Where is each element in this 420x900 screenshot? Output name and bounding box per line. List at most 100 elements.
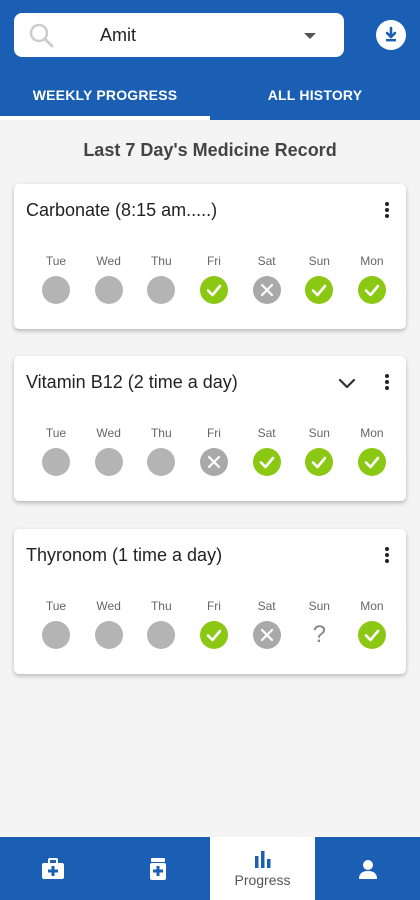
- day-status: Sat: [245, 426, 289, 476]
- selected-user: Amit: [100, 25, 136, 45]
- chevron-down-icon[interactable]: [336, 372, 358, 394]
- check-icon: [364, 629, 380, 642]
- day-status: Tue: [34, 254, 78, 304]
- day-status: Wed: [87, 254, 131, 304]
- nav-progress-label: Progress: [234, 871, 291, 888]
- app-header: Amit WEEKLY PROGRESS ALL HISTORY: [0, 0, 420, 120]
- status-none-indicator: [94, 621, 123, 649]
- day-label: Wed: [96, 599, 121, 613]
- day-label: Sun: [308, 254, 330, 268]
- day-status: Mon: [350, 599, 394, 649]
- user-select[interactable]: Amit: [14, 13, 344, 57]
- download-button[interactable]: [376, 20, 406, 50]
- day-status: Fri: [192, 426, 236, 476]
- status-taken-indicator: [252, 448, 281, 476]
- day-status: Wed: [87, 599, 131, 649]
- status-taken-indicator: [199, 276, 228, 304]
- status-none-indicator: [42, 448, 70, 476]
- day-label: Mon: [360, 426, 384, 440]
- chevron-down-icon[interactable]: [304, 33, 316, 39]
- person-icon: [358, 859, 377, 879]
- status-none-indicator: [94, 276, 123, 304]
- day-status: Mon: [350, 426, 394, 476]
- status-taken-indicator: [357, 621, 386, 649]
- day-label: Thu: [150, 426, 172, 440]
- medicine-card[interactable]: Vitamin B12 (2 time a day) Tue Wed Thu Fri Sa…: [14, 356, 406, 501]
- nav-medical-kit[interactable]: [0, 837, 105, 900]
- day-label: Sun: [308, 599, 330, 613]
- medicine-title: Vitamin B12 (2 time a day): [26, 372, 238, 392]
- day-label: Sat: [257, 599, 276, 613]
- day-status: Sat: [245, 254, 289, 304]
- medicine-card[interactable]: Carbonate (8:15 am.....) Tue Wed Thu Fri Sat S…: [14, 184, 406, 329]
- day-status: Fri: [192, 254, 236, 304]
- medicine-bottle-icon: [149, 857, 166, 880]
- medicine-title: Carbonate (8:15 am.....): [26, 200, 218, 220]
- day-status: Sat: [245, 599, 289, 649]
- status-taken-indicator: [357, 276, 386, 304]
- day-status: Tue: [34, 599, 78, 649]
- day-label: Mon: [360, 254, 384, 268]
- day-row: Tue Wed Thu Fri Sat Sun Mon: [34, 426, 394, 476]
- check-icon: [364, 456, 380, 469]
- day-label: Fri: [206, 599, 221, 613]
- day-label: Sat: [257, 426, 276, 440]
- day-label: Tue: [45, 254, 67, 268]
- unknown-status-text: ?: [312, 621, 326, 648]
- medical-kit-icon: [41, 857, 64, 879]
- more-options-icon[interactable]: [382, 200, 392, 220]
- cross-icon: [260, 283, 273, 297]
- nav-progress[interactable]: Progress: [210, 837, 315, 900]
- check-icon: [311, 284, 327, 297]
- cross-icon: [260, 628, 273, 642]
- status-none-indicator: [147, 621, 176, 649]
- check-icon: [364, 284, 380, 297]
- status-none-indicator: [94, 448, 123, 476]
- day-status: Fri: [192, 599, 236, 649]
- status-taken-indicator: [199, 621, 228, 649]
- search-icon: [29, 23, 54, 48]
- status-missed-indicator: [199, 448, 228, 476]
- day-label: Mon: [360, 599, 384, 613]
- status-taken-indicator: [305, 276, 334, 304]
- day-label: Thu: [150, 254, 172, 268]
- day-label: Tue: [45, 599, 67, 613]
- day-status: Sun: [297, 426, 341, 476]
- day-label: Fri: [206, 426, 221, 440]
- tab-weekly-progress[interactable]: WEEKLY PROGRESS: [0, 70, 210, 120]
- more-options-icon[interactable]: [382, 372, 392, 392]
- day-status: Thu: [139, 599, 183, 649]
- check-icon: [311, 456, 327, 469]
- bar-chart-icon: [254, 850, 270, 868]
- medicine-card[interactable]: Thyronom (1 time a day) Tue Wed Thu Fri Sat Su…: [14, 529, 406, 674]
- medicine-title: Thyronom (1 time a day): [26, 545, 223, 565]
- status-none-indicator: [147, 448, 176, 476]
- nav-profile[interactable]: [315, 837, 420, 900]
- download-icon: [385, 26, 397, 42]
- day-label: Wed: [96, 426, 121, 440]
- day-status: Thu: [139, 254, 183, 304]
- status-missed-indicator: [252, 276, 281, 304]
- status-none-indicator: [42, 276, 70, 304]
- cross-icon: [207, 455, 221, 469]
- day-label: Wed: [96, 254, 121, 268]
- tab-bar: WEEKLY PROGRESS ALL HISTORY: [0, 70, 420, 120]
- check-icon: [206, 629, 222, 642]
- day-label: Thu: [150, 599, 172, 613]
- status-none-indicator: [42, 621, 70, 649]
- day-row: Tue Wed Thu Fri Sat Sun Mon: [34, 254, 394, 304]
- check-icon: [259, 456, 274, 469]
- section-title: Last 7 Day's Medicine Record: [83, 140, 337, 160]
- more-options-icon[interactable]: [382, 545, 392, 565]
- status-unknown-indicator: ?: [305, 621, 333, 649]
- bottom-navigation: Progress: [0, 837, 420, 900]
- nav-medicine[interactable]: [105, 837, 210, 900]
- status-taken-indicator: [357, 448, 386, 476]
- day-status: Wed: [87, 426, 131, 476]
- status-none-indicator: [147, 276, 176, 304]
- status-missed-indicator: [252, 621, 281, 649]
- day-status: Mon: [350, 254, 394, 304]
- tab-all-history[interactable]: ALL HISTORY: [210, 70, 420, 120]
- day-status: Thu: [139, 426, 183, 476]
- day-status: Tue: [34, 426, 78, 476]
